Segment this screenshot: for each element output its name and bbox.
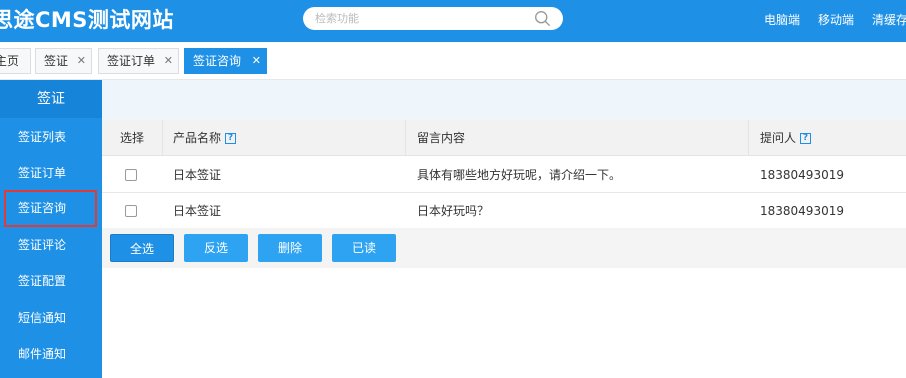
clear-cache-link[interactable]: 清缓存 [872, 11, 906, 28]
sidebar-item-visa-inquiry[interactable]: 签证咨询 [4, 190, 97, 227]
table-header: 选择 产品名称? 留言内容 提问人? [102, 120, 906, 156]
desktop-link[interactable]: 电脑端 [764, 11, 800, 28]
sidebar-item-visa-orders[interactable]: 签证订单 [0, 155, 102, 191]
tab-visa[interactable]: 签证 ✕ [35, 48, 92, 74]
column-header-select: 选择 [120, 131, 145, 145]
column-divider [162, 120, 163, 155]
delete-button[interactable]: 删除 [258, 234, 322, 262]
mobile-link[interactable]: 移动端 [818, 11, 854, 28]
sidebar: 签证 签证列表 签证订单 签证咨询 签证评论 签证配置 短信通知 邮件通知 [0, 80, 102, 378]
sidebar-item-label: 签证评论 [18, 238, 67, 252]
sidebar-item-visa-config[interactable]: 签证配置 [0, 263, 102, 299]
close-icon[interactable]: ✕ [77, 49, 86, 73]
close-icon[interactable]: ✕ [164, 49, 173, 73]
sidebar-heading: 签证 [0, 80, 102, 118]
column-header-product[interactable]: 产品名称? [173, 120, 237, 155]
sidebar-item-label: 短信通知 [18, 311, 67, 325]
sidebar-item-label: 签证配置 [18, 274, 67, 288]
sidebar-item-sms-notify[interactable]: 短信通知 [0, 300, 102, 336]
select-all-button[interactable]: 全选 [110, 234, 174, 262]
tab-label: 签证订单 [107, 54, 156, 68]
asker-phone: 18380493019 [760, 168, 844, 182]
message-content: 日本好玩吗？ [417, 204, 490, 218]
sidebar-item-label: 签证订单 [18, 166, 67, 180]
product-name: 日本签证 [173, 168, 222, 182]
tab-label: 主页 [0, 54, 20, 68]
asker-phone: 18380493019 [760, 204, 844, 218]
sidebar-item-label: 邮件通知 [18, 347, 67, 361]
tab-visa-orders[interactable]: 签证订单 ✕ [98, 48, 179, 74]
product-name: 日本签证 [173, 204, 222, 218]
sidebar-item-email-notify[interactable]: 邮件通知 [0, 336, 102, 372]
sidebar-item-label: 签证列表 [18, 130, 67, 144]
tab-home[interactable]: 主页 [0, 48, 31, 74]
close-icon[interactable]: ✕ [252, 49, 261, 73]
column-header-label: 产品名称 [173, 131, 222, 145]
search-icon[interactable] [534, 10, 551, 27]
tab-label: 签证 [44, 54, 69, 68]
search-box[interactable] [303, 7, 563, 30]
row-checkbox[interactable] [125, 205, 137, 217]
search-input[interactable] [315, 7, 525, 30]
sidebar-item-visa-reviews[interactable]: 签证评论 [0, 227, 102, 263]
column-divider [748, 120, 749, 155]
batch-action-bar: 全选 反选 删除 已读 [102, 228, 906, 268]
table-row[interactable]: 日本签证 日本好玩吗？ 18380493019 [102, 193, 906, 229]
message-content: 具体有哪些地方好玩呢，请介绍一下。 [417, 168, 622, 182]
mark-read-button[interactable]: 已读 [332, 234, 396, 262]
invert-selection-button[interactable]: 反选 [184, 234, 248, 262]
help-icon[interactable]: ? [800, 133, 812, 144]
tab-bar: 主页 签证 ✕ 签证订单 ✕ 签证咨询 ✕ [0, 42, 906, 80]
site-title: 思途CMS测试网站 [0, 8, 174, 32]
column-header-asker[interactable]: 提问人? [760, 120, 812, 155]
table-row[interactable]: 日本签证 具体有哪些地方好玩呢，请介绍一下。 18380493019 [102, 157, 906, 193]
column-header-label: 提问人 [760, 131, 797, 145]
row-checkbox[interactable] [125, 169, 137, 181]
column-divider [405, 120, 406, 155]
filter-strip [102, 80, 906, 120]
column-header-message: 留言内容 [417, 131, 466, 145]
sidebar-item-label: 签证咨询 [18, 201, 67, 215]
main-content: 选择 产品名称? 留言内容 提问人? 日本签证 具体有哪些地方好玩呢，请介绍一下… [102, 80, 906, 378]
sidebar-item-visa-list[interactable]: 签证列表 [0, 119, 102, 155]
tab-visa-inquiry[interactable]: 签证咨询 ✕ [184, 48, 267, 74]
tab-label: 签证咨询 [193, 54, 242, 68]
help-icon[interactable]: ? [225, 133, 237, 144]
top-header: 思途CMS测试网站 电脑端 移动端 清缓存 [0, 0, 906, 42]
